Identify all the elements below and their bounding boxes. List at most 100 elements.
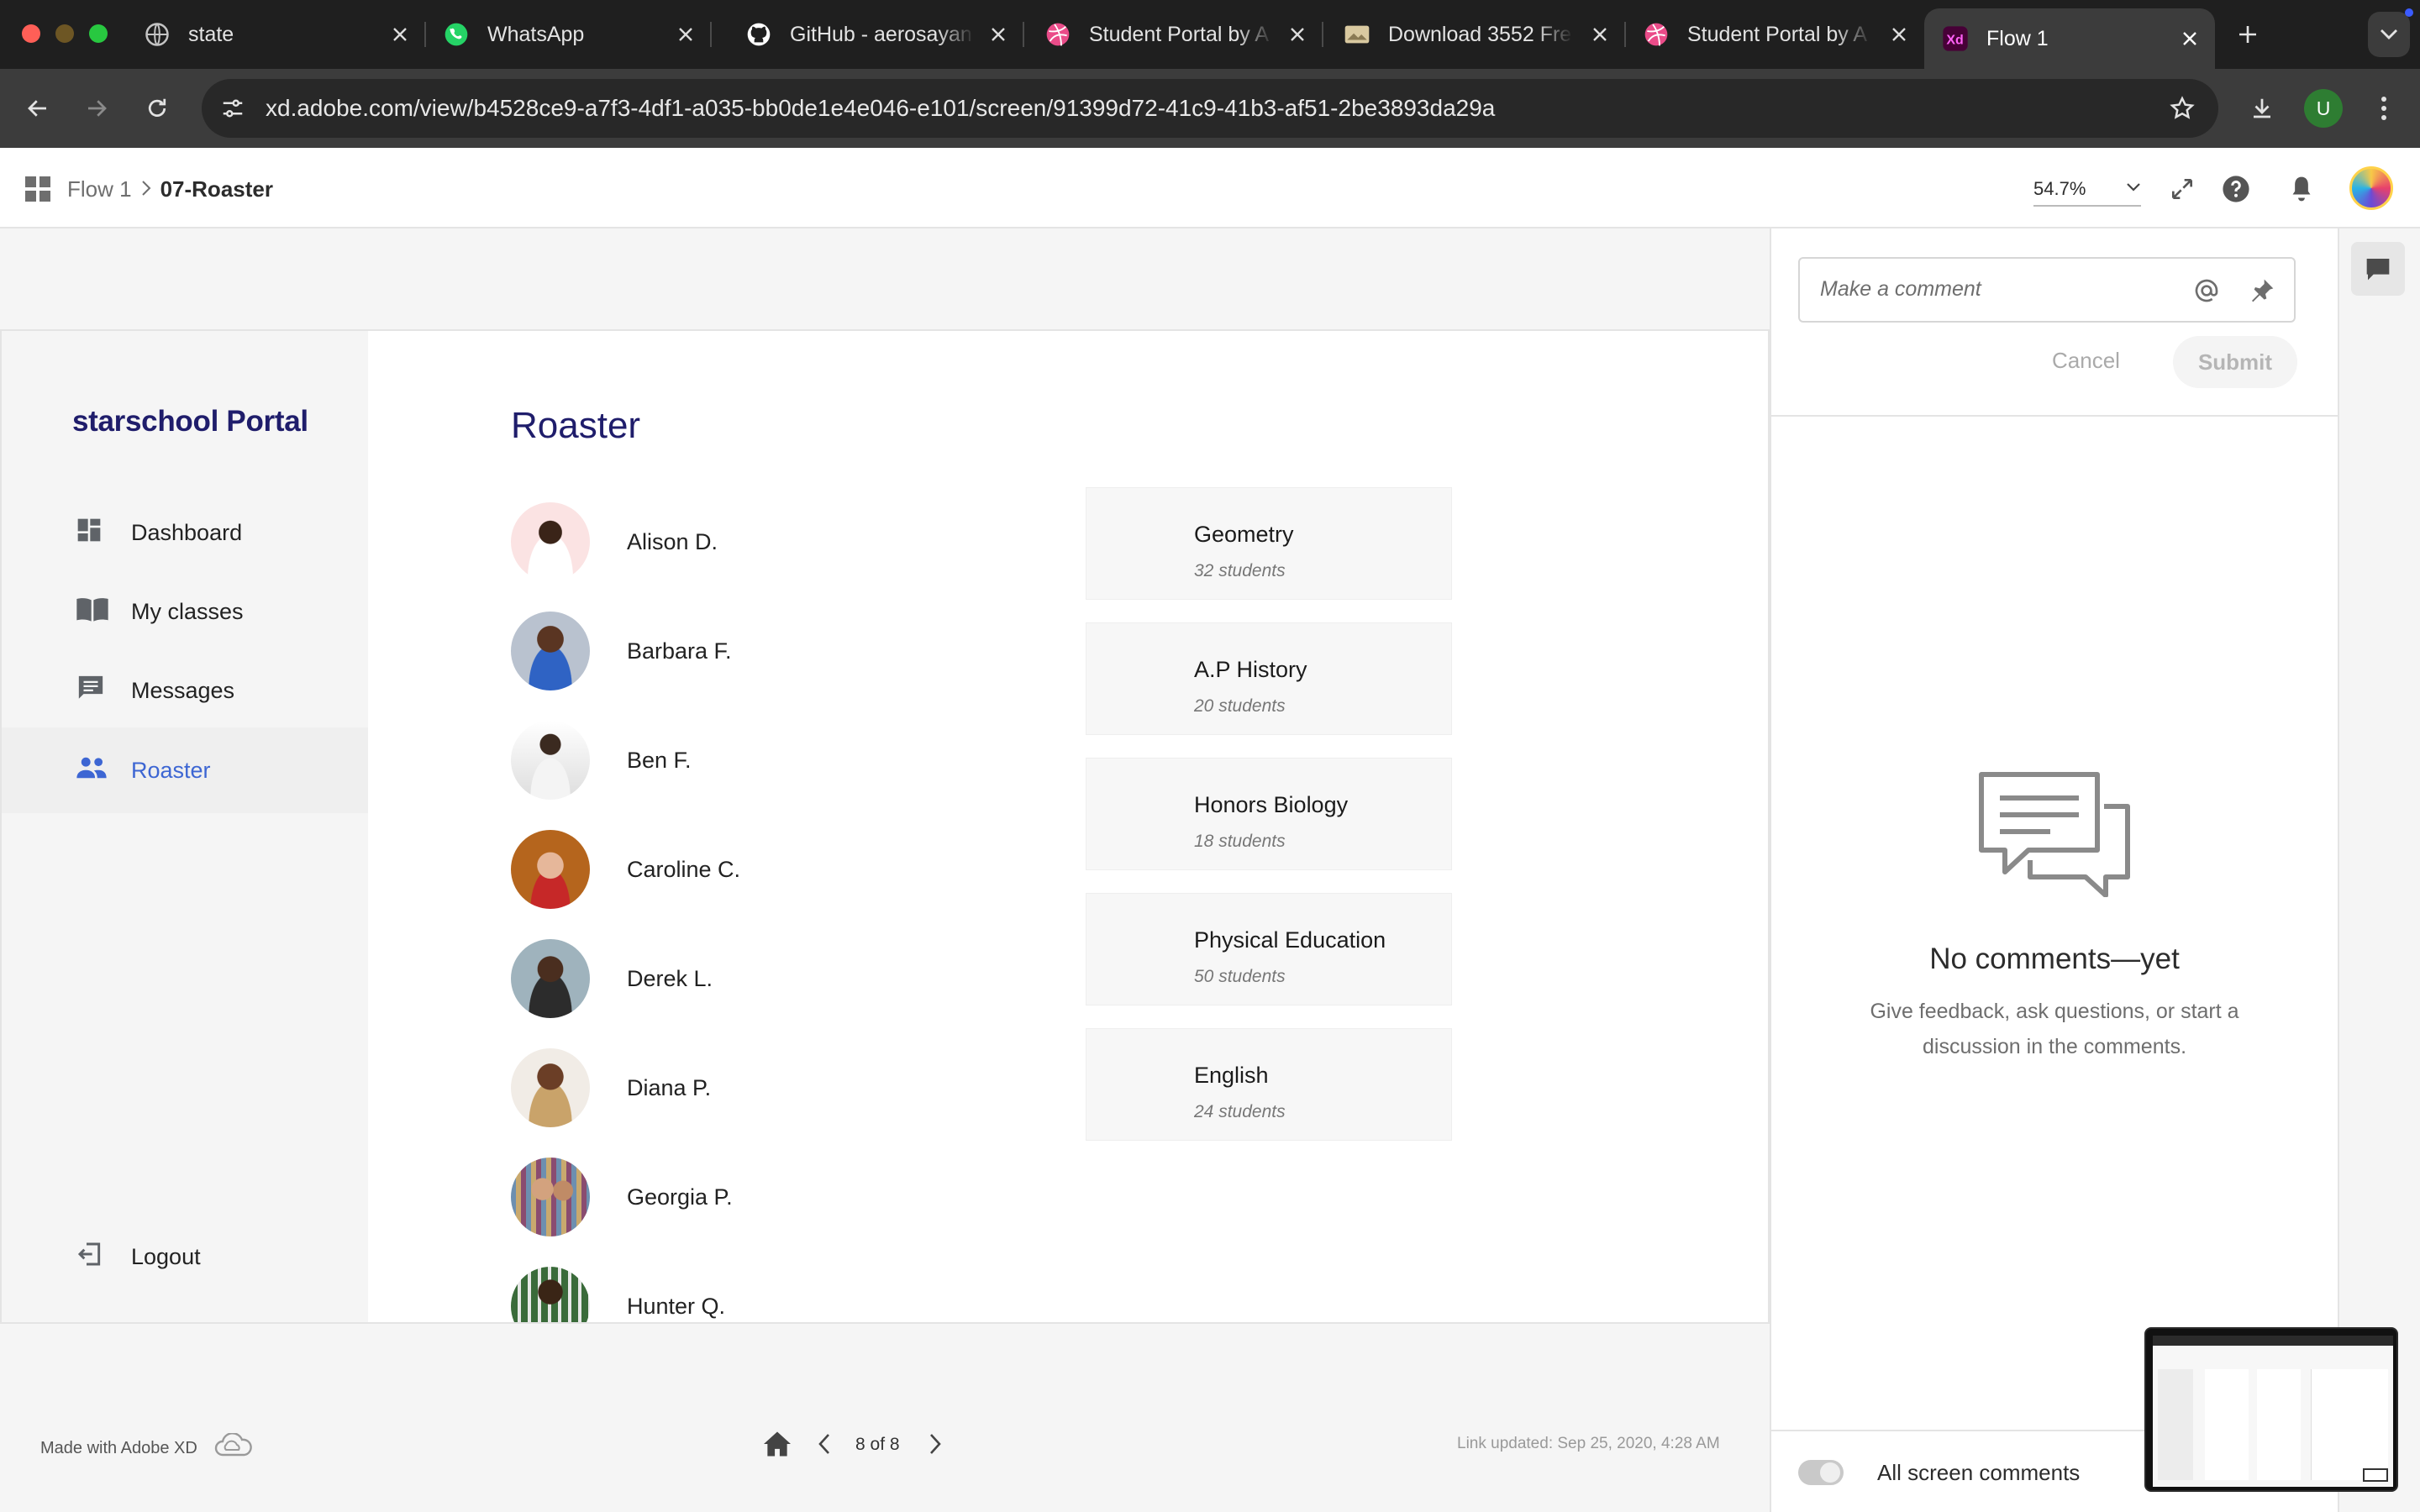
pin-icon[interactable] <box>2245 274 2279 307</box>
breadcrumb-current: 07-Roaster <box>160 176 273 202</box>
class-name: Honors Biology <box>1194 792 1349 817</box>
forward-icon[interactable] <box>76 87 118 129</box>
browser-tab[interactable]: Download 3552 Fre <box>1326 8 1626 60</box>
chevron-right-icon <box>140 176 152 202</box>
comments-panel: Make a comment Cancel Submit No comments… <box>1770 228 2338 1512</box>
browser-tab[interactable]: state <box>126 8 426 60</box>
image-icon <box>1343 20 1371 49</box>
browser-tab[interactable]: GitHub - aerosayan <box>728 8 1024 60</box>
address-bar[interactable]: xd.adobe.com/view/b4528ce9-a7f3-4df1-a03… <box>202 79 2218 138</box>
logout-button[interactable]: Logout <box>2 1223 368 1290</box>
comment-placeholder: Make a comment <box>1820 277 1981 301</box>
tab-search-icon[interactable] <box>2368 12 2410 57</box>
notifications-bell-icon[interactable] <box>2284 171 2319 207</box>
avatar <box>511 1158 590 1236</box>
close-tab-icon[interactable] <box>674 23 697 46</box>
tab-title: state <box>188 22 234 46</box>
class-card[interactable]: Honors Biology 18 students <box>1086 758 1452 870</box>
class-card[interactable]: A.P History 20 students <box>1086 622 1452 735</box>
dribbble-icon <box>1044 20 1072 49</box>
class-count: 24 students <box>1194 1102 1286 1121</box>
minimize-window-button[interactable] <box>55 24 74 43</box>
list-item[interactable]: Alison D. <box>511 502 718 581</box>
svg-text:Xd: Xd <box>1946 34 1963 48</box>
user-avatar[interactable] <box>2349 166 2393 210</box>
class-card[interactable]: Physical Education 50 students <box>1086 893 1452 1005</box>
student-name: Diana P. <box>627 1074 712 1100</box>
thumbnail-panel <box>2311 1369 2388 1480</box>
comments-toggle-icon[interactable] <box>2351 242 2405 296</box>
url-text[interactable]: xd.adobe.com/view/b4528ce9-a7f3-4df1-a03… <box>266 95 1495 122</box>
class-count: 18 students <box>1194 832 1286 851</box>
notification-dot <box>2405 8 2413 17</box>
list-item[interactable]: Derek L. <box>511 939 713 1018</box>
browser-tab-active[interactable]: Xd Flow 1 <box>1924 8 2215 69</box>
close-tab-icon[interactable] <box>388 23 412 46</box>
list-item[interactable]: Caroline C. <box>511 830 740 909</box>
close-tab-icon[interactable] <box>1887 23 1911 46</box>
next-screen-icon[interactable] <box>921 1426 950 1462</box>
back-icon[interactable] <box>17 87 59 129</box>
browser-tab-strip: state WhatsApp GitHub - aerosayan Studen… <box>0 0 2420 69</box>
grid-view-icon[interactable] <box>25 176 50 202</box>
home-icon[interactable] <box>760 1426 795 1462</box>
submit-button[interactable]: Submit <box>2173 336 2297 388</box>
list-item[interactable]: Ben F. <box>511 721 692 800</box>
bookmark-star-icon[interactable] <box>2166 92 2198 124</box>
close-tab-icon[interactable] <box>1588 23 1612 46</box>
cancel-button[interactable]: Cancel <box>2052 348 2120 374</box>
close-tab-icon[interactable] <box>2178 27 2202 50</box>
close-window-button[interactable] <box>22 24 40 43</box>
right-rail <box>2338 228 2420 1512</box>
profile-avatar[interactable]: U <box>2304 89 2343 128</box>
comment-input[interactable]: Make a comment <box>1798 257 2296 323</box>
mention-icon[interactable] <box>2190 274 2223 307</box>
class-card[interactable]: English 24 students <box>1086 1028 1452 1141</box>
close-tab-icon[interactable] <box>986 23 1010 46</box>
browser-tab[interactable]: WhatsApp <box>425 8 712 60</box>
close-tab-icon[interactable] <box>1286 23 1309 46</box>
thumbnail-sidebar <box>2158 1369 2193 1480</box>
list-item[interactable]: Hunter Q. <box>511 1267 725 1322</box>
brand-logo-text: starschool Portal <box>72 405 308 438</box>
dashboard-icon <box>76 517 103 549</box>
list-item[interactable]: Georgia P. <box>511 1158 733 1236</box>
whatsapp-icon <box>442 20 471 49</box>
nav-item-roaster[interactable]: Roaster <box>2 727 368 813</box>
nav-item-dashboard[interactable]: Dashboard <box>2 496 368 570</box>
list-item[interactable]: Barbara F. <box>511 612 732 690</box>
site-settings-icon[interactable] <box>217 92 249 124</box>
nav-item-messages[interactable]: Messages <box>2 654 368 727</box>
download-icon[interactable] <box>2238 87 2286 129</box>
help-icon[interactable] <box>2218 171 2254 207</box>
previous-screen-icon[interactable] <box>810 1426 839 1462</box>
list-item[interactable]: Diana P. <box>511 1048 711 1127</box>
breadcrumb: Flow 1 07-Roaster <box>67 176 273 202</box>
avatar <box>511 721 590 800</box>
book-icon <box>76 596 109 628</box>
screen-thumbnail[interactable] <box>2144 1327 2398 1492</box>
browser-tab[interactable]: Student Portal by A <box>1027 8 1323 60</box>
student-name: Hunter Q. <box>627 1293 726 1319</box>
new-tab-icon[interactable] <box>2228 17 2267 52</box>
thumbnail-column <box>2257 1369 2301 1480</box>
browser-menu-icon[interactable] <box>2365 87 2403 129</box>
zoom-select[interactable]: 54.7% <box>2033 173 2141 207</box>
avatar <box>511 612 590 690</box>
class-card[interactable]: Geometry 32 students <box>1086 487 1452 600</box>
fullscreen-icon[interactable] <box>2165 171 2200 207</box>
adobe-xd-icon: Xd <box>1941 24 1970 53</box>
browser-tab[interactable]: Student Portal by A <box>1625 8 1924 60</box>
reload-icon[interactable] <box>136 87 178 129</box>
breadcrumb-root[interactable]: Flow 1 <box>67 176 132 202</box>
thumbnail-viewport <box>2363 1468 2388 1482</box>
nav-label: My classes <box>131 598 244 624</box>
all-comments-toggle[interactable] <box>1798 1460 1844 1485</box>
student-name: Barbara F. <box>627 638 732 664</box>
chevron-down-icon <box>2126 181 2141 197</box>
nav-item-my-classes[interactable]: My classes <box>2 575 368 648</box>
logout-icon <box>76 1241 104 1273</box>
maximize-window-button[interactable] <box>89 24 108 43</box>
xd-header: Flow 1 07-Roaster 54.7% <box>0 148 2420 228</box>
dribbble-icon <box>1642 20 1670 49</box>
